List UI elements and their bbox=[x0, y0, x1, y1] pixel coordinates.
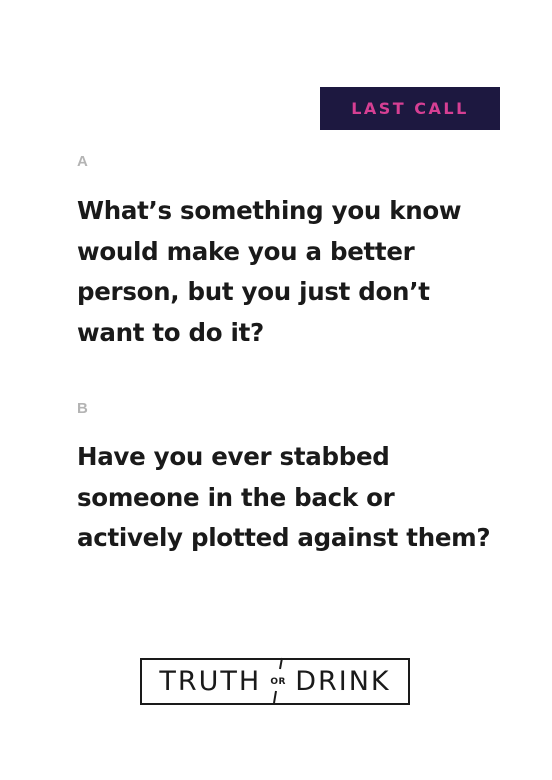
logo-or-mark: OR bbox=[265, 657, 291, 705]
logo-word-drink: DRINK bbox=[295, 666, 391, 697]
deck-badge: LAST CALL bbox=[320, 87, 500, 130]
logo-word-truth: TRUTH bbox=[159, 666, 262, 697]
truth-or-drink-logo: TRUTH OR DRINK bbox=[140, 657, 410, 705]
question-a-letter: A bbox=[77, 153, 88, 170]
question-a-text: What’s something you know would make you… bbox=[77, 196, 462, 347]
question-b-text: Have you ever stabbed someone in the bac… bbox=[77, 442, 491, 552]
deck-badge-label: LAST CALL bbox=[351, 99, 469, 118]
logo-word-or: OR bbox=[270, 677, 286, 687]
question-b-letter: B bbox=[77, 400, 88, 417]
question-card: LAST CALL A What’s something you know wo… bbox=[0, 0, 552, 780]
